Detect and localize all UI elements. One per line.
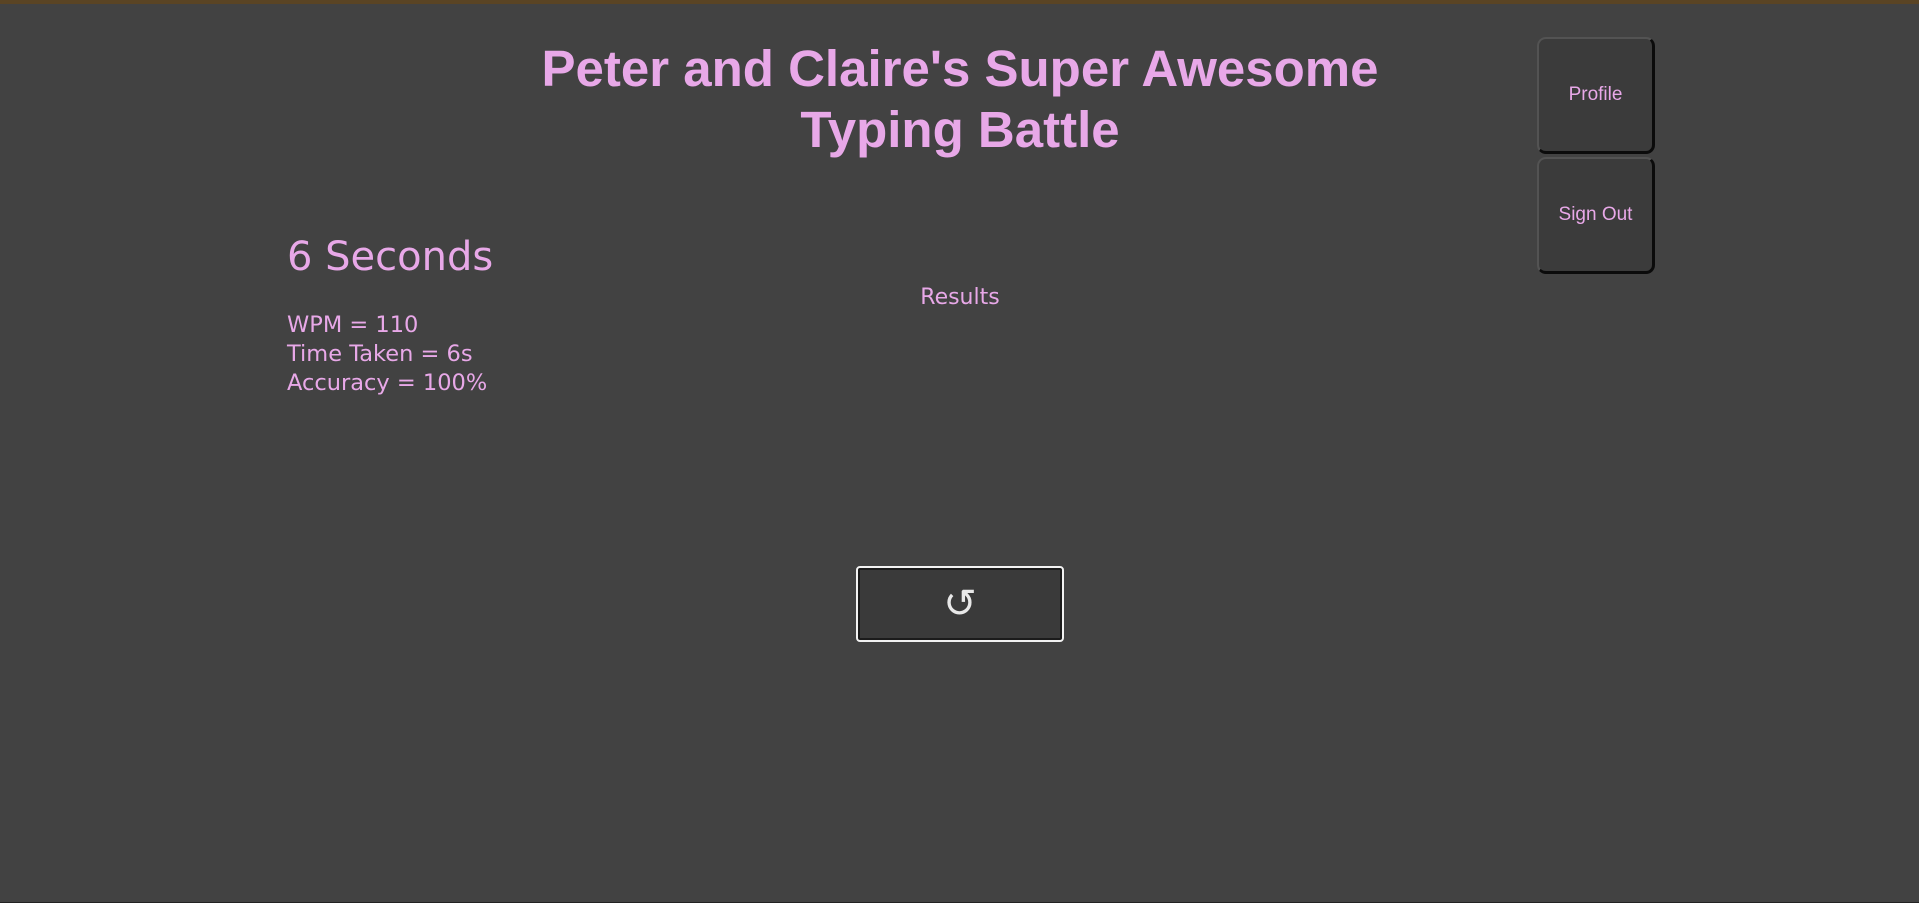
restart-button[interactable]: ↺: [856, 566, 1064, 642]
profile-button[interactable]: Profile: [1537, 37, 1655, 154]
results-heading: Results: [920, 285, 1000, 310]
accuracy-stat: Accuracy = 100%: [287, 370, 488, 396]
wpm-stat: WPM = 110: [287, 312, 419, 338]
timer-display: 6 Seconds: [287, 234, 494, 280]
page-title-line-2: Typing Battle: [800, 101, 1120, 158]
page-title: Peter and Claire's Super Awesome Typing …: [460, 38, 1460, 160]
page-title-line-1: Peter and Claire's Super Awesome: [541, 40, 1379, 97]
sign-out-button[interactable]: Sign Out: [1537, 157, 1655, 274]
top-strip: [0, 0, 1919, 4]
restart-icon: ↺: [943, 581, 977, 627]
time-taken-stat: Time Taken = 6s: [287, 341, 473, 367]
stats-list: WPM = 110 Time Taken = 6s Accuracy = 100…: [287, 311, 487, 398]
